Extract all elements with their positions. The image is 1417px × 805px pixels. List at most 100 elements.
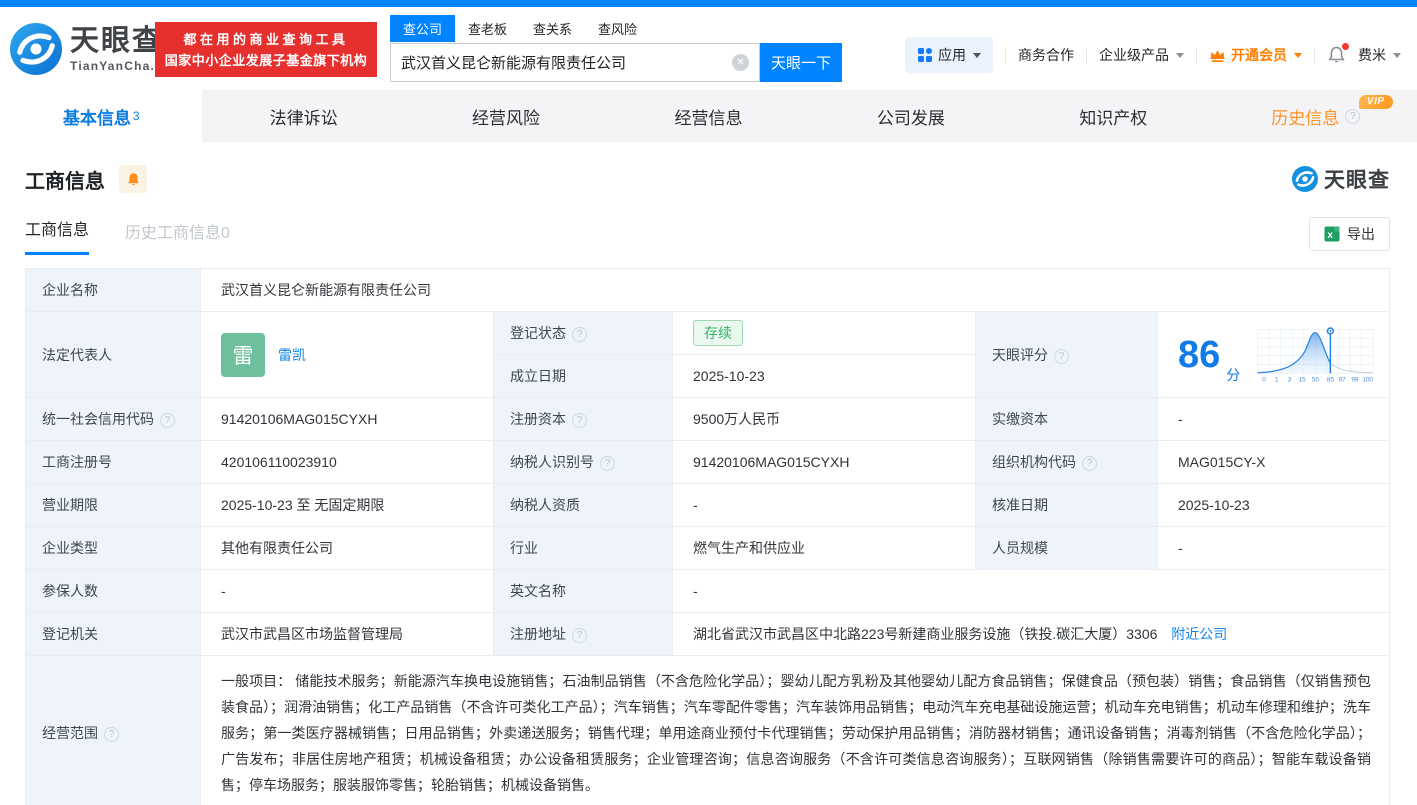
credit-code-value: 91420106MAG015CYXH [200,397,494,441]
help-icon[interactable] [104,727,119,742]
help-icon[interactable] [600,456,615,471]
industry-value: 燃气生产和供应业 [672,526,976,570]
business-term-value: 2025-10-23 至 无固定期限 [200,483,494,527]
user-menu[interactable]: 费米 [1358,45,1401,65]
svg-text:97: 97 [1339,376,1347,383]
business-cooperation-link[interactable]: 商务合作 [1018,45,1074,65]
table-row: 经营范围 一般项目： 储能技术服务；新能源汽车换电设施销售；石油制品销售（不含危… [25,655,1390,805]
reg-address-text: 湖北省武汉市武昌区中北路223号新建商业服务设施（铁投.碳汇大厦）3306 [693,626,1158,642]
svg-text:1: 1 [1275,376,1279,383]
svg-text:15: 15 [1299,376,1307,383]
enterprise-products-menu[interactable]: 企业级产品 [1099,45,1184,65]
divider [1314,47,1315,63]
help-icon[interactable] [572,413,587,428]
promo-banner: 都在用的商业查询工具 国家中小企业发展子基金旗下机构 [155,22,377,77]
score-value: 86 分 0 1 3 15 50 85 97 99 100 [1157,311,1390,398]
subtab-business-info[interactable]: 工商信息 [25,216,90,255]
tab-basic-info[interactable]: 基本信息 3 [0,90,203,142]
page-title: 工商信息 [25,170,105,193]
search-tab-company[interactable]: 查公司 [390,15,456,42]
username: 费米 [1358,47,1386,63]
establish-date-value: 2025-10-23 [672,354,976,398]
status-badge: 存续 [693,320,743,346]
search-button[interactable]: 天眼一下 [760,43,842,82]
chevron-down-icon [1294,52,1302,58]
org-code-label: 组织机构代码 [975,440,1158,484]
table-row: 统一社会信用代码 91420106MAG015CYXH 注册资本 9500万人民… [25,397,1390,441]
help-icon[interactable] [1082,456,1097,471]
company-type-value: 其他有限责任公司 [200,526,494,570]
score-unit: 分 [1226,366,1241,383]
reg-status-label: 登记状态 [493,311,673,355]
help-icon[interactable] [1345,108,1361,124]
org-code-value: MAG015CY-X [1157,440,1390,484]
chevron-down-icon [973,52,981,58]
search-tab-relation[interactable]: 查关系 [520,15,585,42]
staff-size-label: 人员规模 [975,526,1158,570]
company-name-label: 企业名称 [25,268,201,312]
watermark-logo: 天眼查 [1292,164,1390,194]
staff-size-value: - [1157,526,1390,570]
nearby-companies-link[interactable]: 附近公司 [1171,626,1227,642]
score-number: 86 [1178,333,1221,376]
search-input[interactable] [401,54,732,71]
credit-code-label: 统一社会信用代码 [25,397,201,441]
clear-search-icon[interactable] [732,54,749,71]
legal-rep-link[interactable]: 雷凯 [278,345,306,365]
subscribe-bell-button[interactable] [119,165,147,193]
help-icon[interactable] [572,628,587,643]
svg-text:85: 85 [1327,376,1335,383]
legal-rep-avatar[interactable]: 雷 [221,332,265,377]
business-scope-label: 经营范围 [25,655,201,805]
tab-legal-lawsuits[interactable]: 法律诉讼 [202,90,404,142]
svg-text:x: x [1327,230,1333,241]
subtab-history-business-info[interactable]: 历史工商信息0 [125,219,230,255]
business-info-table: 企业名称 武汉首义昆仑新能源有限责任公司 法定代表人 雷 雷凯 登记状态 存续 … [25,268,1390,805]
legal-rep-value: 雷 雷凯 [200,311,494,398]
tab-intellectual-property[interactable]: 知识产权 [1012,90,1214,142]
score-label: 天眼评分 [975,311,1158,398]
company-name-value: 武汉首义昆仑新能源有限责任公司 [200,268,1390,312]
site-header: 天眼查 TianYanCha.com 都在用的商业查询工具 国家中小企业发展子基… [0,7,1417,90]
taxpayer-id-label: 纳税人识别号 [493,440,673,484]
tab-company-development[interactable]: 公司发展 [810,90,1012,142]
search-tab-risk[interactable]: 查风险 [585,15,650,42]
legal-rep-label: 法定代表人 [25,311,201,398]
tab-history-info[interactable]: VIP 历史信息 [1215,90,1417,142]
promo-line-1: 都在用的商业查询工具 [183,32,349,47]
taxpayer-quality-label: 纳税人资质 [493,483,673,527]
reg-authority-value: 武汉市武昌区市场监督管理局 [200,612,494,656]
open-membership-menu[interactable]: 开通会员 [1209,45,1302,65]
divider [1005,47,1006,63]
reg-address-value: 湖北省武汉市武昌区中北路223号新建商业服务设施（铁投.碳汇大厦）3306 附近… [672,612,1390,656]
english-name-label: 英文名称 [493,569,673,613]
search-input-wrap [390,43,760,82]
help-icon[interactable] [1054,348,1069,364]
table-row: 法定代表人 雷 雷凯 登记状态 存续 天眼评分 86 分 [25,311,1390,398]
reg-number-label: 工商注册号 [25,440,201,484]
reg-address-label: 注册地址 [493,612,673,656]
business-term-label: 营业期限 [25,483,201,527]
apps-menu[interactable]: 应用 [905,37,993,73]
table-row: 工商注册号 420106110023910 纳税人识别号 91420106MAG… [25,440,1390,484]
export-button[interactable]: x 导出 [1309,217,1390,251]
insured-count-label: 参保人数 [25,569,201,613]
notifications-button[interactable] [1327,43,1349,64]
company-nav-tabs: 基本信息 3 法律诉讼 经营风险 经营信息 公司发展 知识产权 VIP 历史信息 [0,90,1417,142]
table-row: 企业名称 武汉首义昆仑新能源有限责任公司 [25,268,1390,312]
svg-text:100: 100 [1363,376,1374,383]
score-distribution-chart: 0 1 3 15 50 85 97 99 100 [1257,326,1374,383]
main-content: 工商信息 天眼查 工商信息 历史工商信息0 x 导出 企业名称 武汉首义昆仑新能… [0,164,1417,805]
tab-operation-info[interactable]: 经营信息 [607,90,809,142]
table-row: 参保人数 - 英文名称 - [25,569,1390,613]
apps-label: 应用 [938,47,966,63]
search-tab-boss[interactable]: 查老板 [455,15,520,42]
app-grid-icon [918,48,932,62]
help-icon[interactable] [572,327,587,342]
table-row: 企业类型 其他有限责任公司 行业 燃气生产和供应业 人员规模 - [25,526,1390,570]
export-label: 导出 [1347,226,1375,242]
establish-date-label: 成立日期 [493,354,673,398]
help-icon[interactable] [160,413,175,428]
tab-operation-risk[interactable]: 经营风险 [405,90,607,142]
tab-history-info-label: 历史信息 [1271,108,1340,128]
